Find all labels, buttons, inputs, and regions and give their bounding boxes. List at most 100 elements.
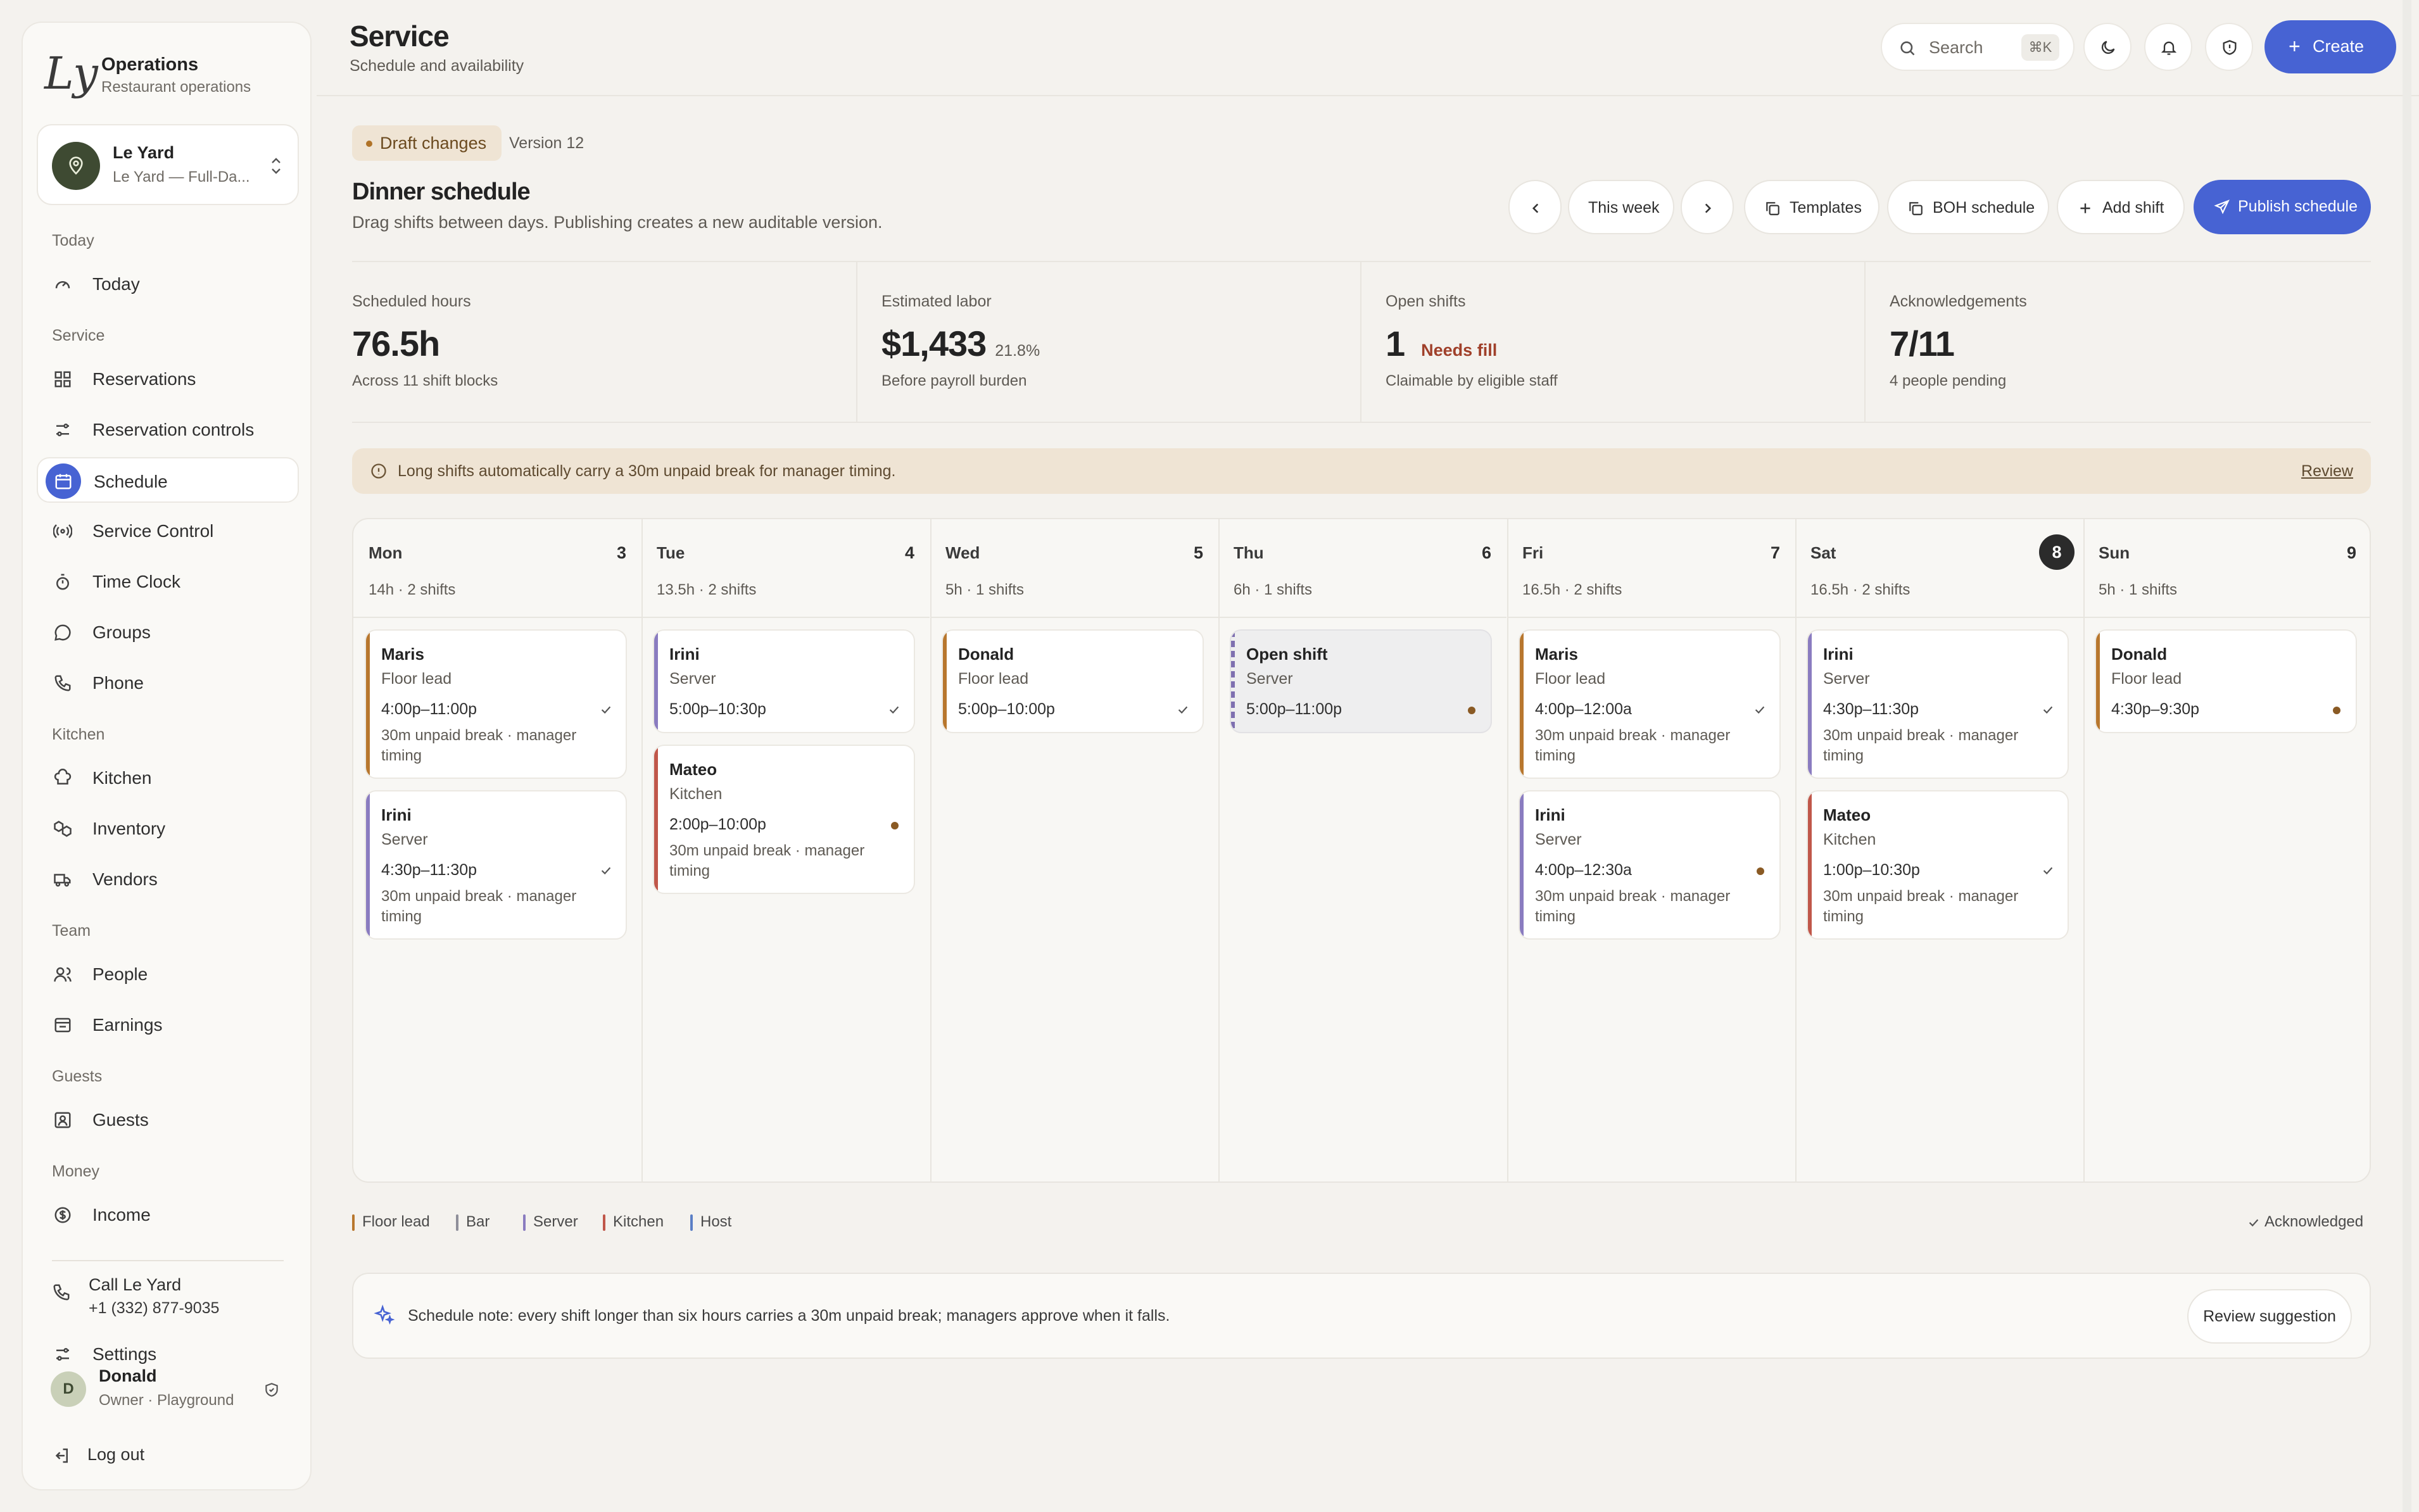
shift-role: Floor lead	[2111, 670, 2182, 688]
day-header: Sat 8 16.5h · 2 shifts	[1795, 519, 2083, 618]
shift-card[interactable]: Donald Floor lead 4:30p–9:30p	[2095, 629, 2357, 733]
nav-label: Service Control	[92, 521, 214, 541]
publish-label: Publish schedule	[2238, 198, 2358, 215]
day-name: Sat	[1810, 543, 1836, 562]
copy-icon	[1766, 202, 1779, 215]
nav-phone[interactable]: Phone	[37, 660, 299, 705]
day-name: Tue	[657, 543, 685, 562]
sparkle-icon	[374, 1304, 395, 1325]
schedule-subtitle: Drag shifts between days. Publishing cre…	[352, 213, 883, 232]
prev-week-button[interactable]	[1508, 180, 1562, 234]
role-color-bar	[654, 746, 658, 893]
call-venue-link[interactable]: Call Le Yard	[89, 1275, 181, 1295]
shift-staff-name: Donald	[2111, 645, 2168, 664]
theme-toggle-button[interactable]	[2083, 23, 2132, 71]
nav-label: Vendors	[92, 869, 158, 889]
boh-schedule-button[interactable]: BOH schedule	[1887, 180, 2049, 234]
day-number: 6	[1481, 543, 1491, 562]
check-icon	[599, 703, 613, 717]
templates-button[interactable]: Templates	[1744, 180, 1879, 234]
boh-schedule-label: BOH schedule	[1933, 199, 2035, 217]
nav-active-indicator	[46, 463, 81, 499]
nav-reservations[interactable]: Reservations	[37, 356, 299, 401]
notifications-button[interactable]	[2144, 23, 2192, 71]
notice-review-link[interactable]: Review	[2301, 462, 2353, 481]
day-header: Tue 4 13.5h · 2 shifts	[641, 519, 930, 618]
contact-card-icon	[54, 1112, 71, 1128]
day-number: 7	[1770, 543, 1780, 562]
shift-time: 5:00p–11:00p	[1246, 700, 1342, 718]
user-name: Donald	[99, 1366, 157, 1385]
day-header: Fri 7 16.5h · 2 shifts	[1507, 519, 1795, 618]
next-week-button[interactable]	[1681, 180, 1734, 234]
shift-staff-name: Open shift	[1246, 645, 1328, 664]
stat-value: $1,433 21.8%	[881, 324, 1040, 363]
create-button[interactable]: + Create	[2264, 20, 2396, 73]
shift-card[interactable]: Mateo Kitchen 1:00p–10:30p 30m unpaid break…	[1807, 790, 2069, 940]
add-shift-button[interactable]: Add shift	[2057, 180, 2185, 234]
info-icon	[371, 463, 386, 479]
section-today: Today	[52, 232, 94, 249]
nav-time-clock[interactable]: Time Clock	[37, 558, 299, 604]
venue-switcher[interactable]: Le Yard Le Yard — Full-Da...	[37, 124, 299, 205]
publish-schedule-button[interactable]: Publish schedule	[2194, 180, 2371, 234]
avatar[interactable]: D	[51, 1371, 86, 1407]
shift-card[interactable]: Maris Floor lead 4:00p–12:00a 30m unpaid br…	[1519, 629, 1781, 779]
grid-icon	[54, 371, 71, 387]
shift-card[interactable]: Irini Server 5:00p–10:30p	[653, 629, 915, 733]
nav-service-control[interactable]: Service Control	[37, 508, 299, 553]
day-summary: 14h · 2 shifts	[369, 581, 456, 598]
review-suggestion-button[interactable]: Review suggestion	[2187, 1289, 2352, 1344]
nav-schedule[interactable]: Schedule	[37, 457, 299, 503]
moon-icon	[2101, 41, 2115, 54]
role-color-bar	[366, 791, 370, 938]
day-name: Sun	[2099, 543, 2130, 562]
shift-card[interactable]: Mateo Kitchen 2:00p–10:00p 30m unpaid break…	[653, 745, 915, 894]
scrollbar[interactable]	[2403, 0, 2411, 1512]
plus-icon	[2080, 203, 2090, 213]
nav-people[interactable]: People	[37, 951, 299, 997]
chevron-right-icon	[1705, 203, 1712, 213]
nav-reservation-controls[interactable]: Reservation controls	[37, 406, 299, 452]
nav-earnings[interactable]: Earnings	[37, 1002, 299, 1047]
nav-inventory[interactable]: Inventory	[37, 805, 299, 851]
shift-card[interactable]: Donald Floor lead 5:00p–10:00p	[942, 629, 1204, 733]
shift-break-note: 30m unpaid break · manager timing	[1535, 888, 1731, 925]
stat-subtext: Before payroll burden	[881, 372, 1027, 389]
day-column: Thu 6 6h · 1 shifts Open shift Server 5:00p–1…	[1218, 519, 1506, 1181]
shield-check-icon	[265, 1383, 278, 1397]
this-week-button[interactable]: This week	[1568, 180, 1674, 234]
create-label: Create	[2313, 37, 2365, 56]
phone-icon	[53, 1284, 70, 1301]
version-label: Version 12	[509, 134, 584, 152]
nav-label: Inventory	[92, 819, 166, 838]
shift-card[interactable]: Irini Server 4:00p–12:30a 30m unpaid break …	[1519, 790, 1781, 940]
nav-label: Groups	[92, 622, 151, 642]
search-input[interactable]: Search ⌘K	[1881, 23, 2075, 71]
shift-card[interactable]: Maris Floor lead 4:00p–11:00p 30m unpaid br…	[365, 629, 627, 779]
nav-kitchen[interactable]: Kitchen	[37, 755, 299, 800]
nav-settings[interactable]: Settings	[37, 1331, 299, 1377]
shift-card[interactable]: Irini Server 4:30p–11:30p 30m unpaid break …	[1807, 629, 2069, 779]
nav-label: People	[92, 964, 148, 984]
nav-today[interactable]: Today	[37, 261, 299, 306]
sidebar-divider	[52, 1260, 284, 1261]
nav-income[interactable]: Income	[37, 1192, 299, 1237]
nav-label: Reservations	[92, 369, 196, 389]
security-button[interactable]	[2205, 23, 2253, 71]
legend-label: Host	[700, 1213, 732, 1230]
shift-staff-name: Maris	[1535, 645, 1578, 664]
day-name: Fri	[1522, 543, 1544, 562]
shift-card[interactable]: Irini Server 4:30p–11:30p 30m unpaid break …	[365, 790, 627, 940]
nav-guests[interactable]: Guests	[37, 1097, 299, 1142]
section-kitchen: Kitchen	[52, 726, 105, 743]
shift-staff-name: Irini	[1535, 805, 1565, 824]
stat-label: Scheduled hours	[352, 293, 471, 310]
open-shift-card[interactable]: Open shift Server 5:00p–11:00p	[1230, 629, 1492, 733]
brand-subtitle: Restaurant operations	[101, 79, 251, 96]
nav-vendors[interactable]: Vendors	[37, 856, 299, 902]
notice-text: Long shifts automatically carry a 30m un…	[398, 462, 896, 480]
legend-item: Host	[690, 1213, 731, 1231]
nav-groups[interactable]: Groups	[37, 609, 299, 655]
legend-item: Floor lead	[352, 1213, 430, 1231]
